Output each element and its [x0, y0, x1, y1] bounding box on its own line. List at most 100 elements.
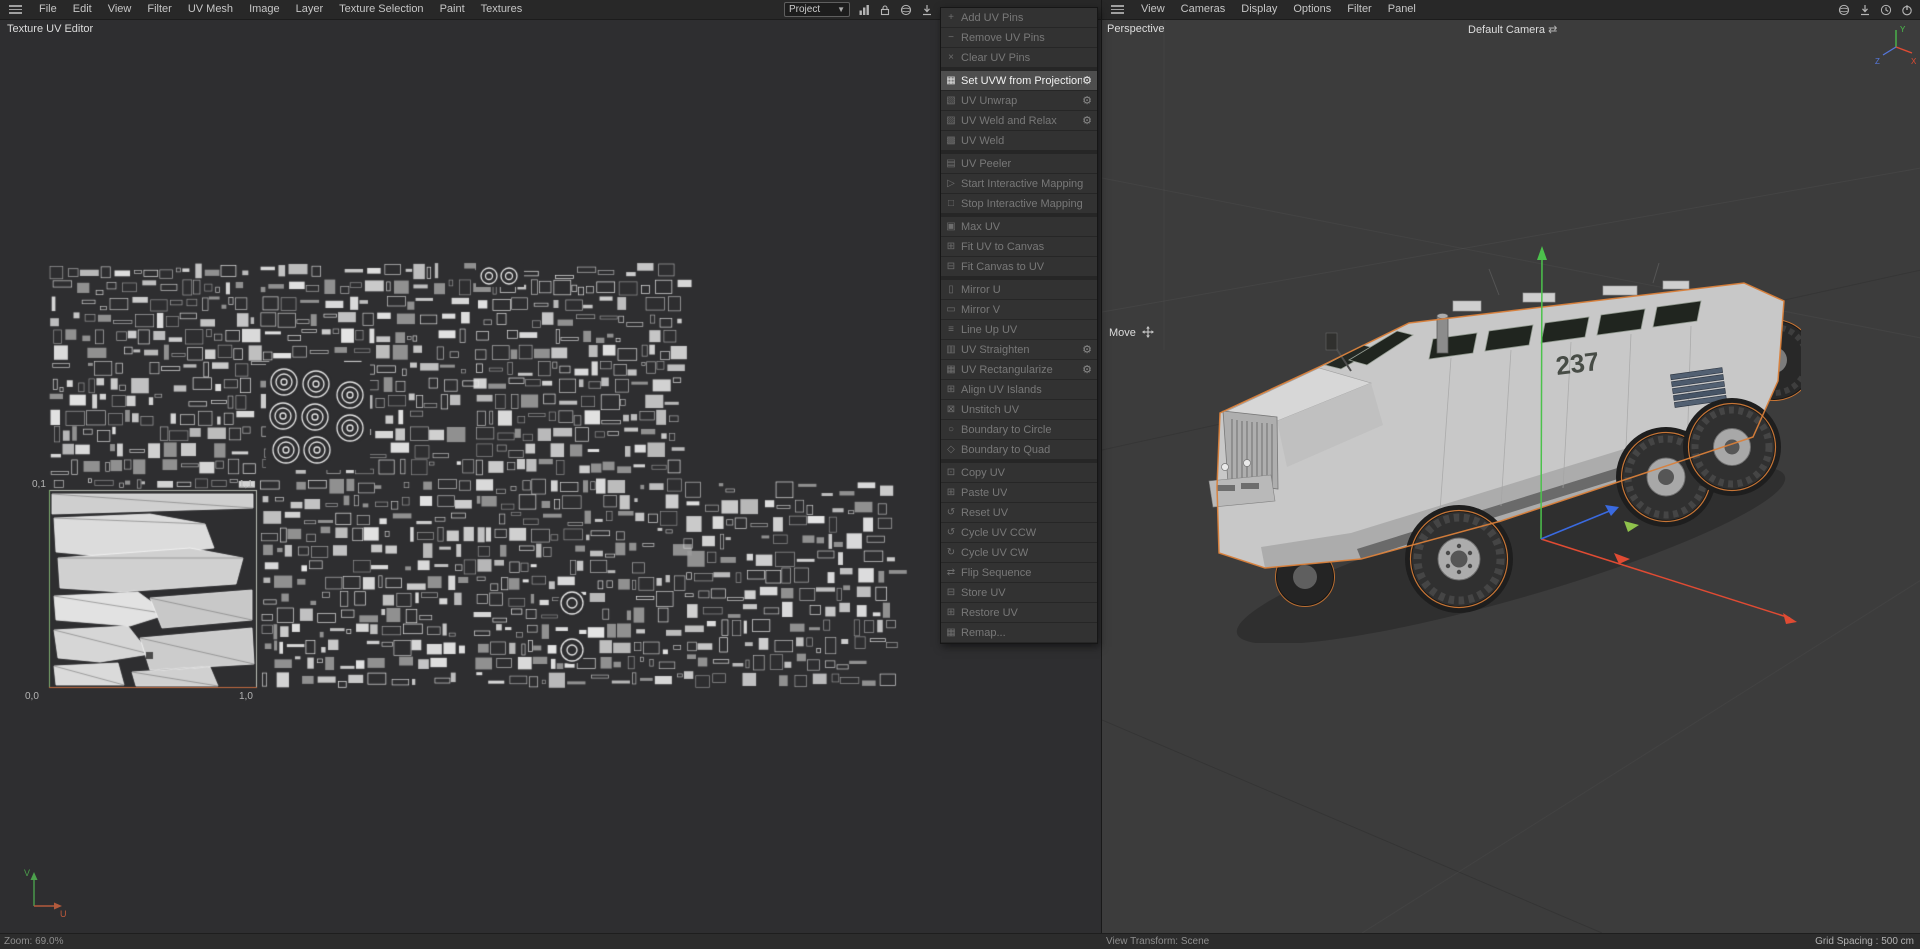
menu-item-uv-rectangularize[interactable]: ▦ UV Rectangularize ⚙ [941, 360, 1097, 380]
menu-item-start-interactive-mapping[interactable]: ▷ Start Interactive Mapping [941, 174, 1097, 194]
copy-icon: ⊡ [946, 467, 956, 478]
viewport-menu-options[interactable]: Options [1285, 0, 1339, 19]
menu-texture-selection[interactable]: Texture Selection [331, 0, 431, 19]
max-uv-icon: ▣ [946, 221, 956, 232]
menu-item-remap[interactable]: ▦ Remap... [941, 623, 1097, 643]
uv-canvas[interactable] [0, 20, 1101, 933]
unstitch-icon: ⊠ [946, 404, 956, 415]
sphere-icon[interactable] [1835, 2, 1852, 18]
menu-item-clear-uv-pins[interactable]: × Clear UV Pins [941, 48, 1097, 68]
menu-item-label: Unstitch UV [961, 403, 1020, 416]
menu-item-store-uv[interactable]: ⊟ Store UV [941, 583, 1097, 603]
menu-item-uv-unwrap[interactable]: ▧ UV Unwrap ⚙ [941, 91, 1097, 111]
gear-icon[interactable]: ⚙ [1082, 114, 1097, 127]
menu-item-add-uv-pins[interactable]: + Add UV Pins [941, 8, 1097, 28]
menu-item-cycle-uv-cw[interactable]: ↻ Cycle UV CW [941, 543, 1097, 563]
menu-item-uv-weld[interactable]: ▩ UV Weld [941, 131, 1097, 151]
menu-item-uv-weld-and-relax[interactable]: ▨ UV Weld and Relax ⚙ [941, 111, 1097, 131]
menu-item-paste-uv[interactable]: ⊞ Paste UV [941, 483, 1097, 503]
gear-icon[interactable]: ⚙ [1082, 74, 1097, 87]
gear-icon[interactable]: ⚙ [1082, 94, 1097, 107]
menu-item-set-uvw-from-projection[interactable]: ▦ Set UVW from Projection ⚙ [941, 71, 1097, 91]
menu-item-stop-interactive-mapping[interactable]: □ Stop Interactive Mapping [941, 194, 1097, 214]
menu-item-boundary-to-quad[interactable]: ◇ Boundary to Quad [941, 440, 1097, 460]
viewport-menu-display[interactable]: Display [1233, 0, 1285, 19]
panel-title: Texture UV Editor [7, 23, 94, 35]
menu-item-label: Mirror V [961, 303, 1001, 316]
world-axis-indicator: Y X Z [1875, 25, 1917, 66]
menu-item-boundary-to-circle[interactable]: ○ Boundary to Circle [941, 420, 1097, 440]
menu-item-unstitch-uv[interactable]: ⊠ Unstitch UV [941, 400, 1097, 420]
menu-image[interactable]: Image [241, 0, 288, 19]
menu-uv-mesh[interactable]: UV Mesh [180, 0, 241, 19]
viewport-menu-view[interactable]: View [1133, 0, 1173, 19]
menu-item-copy-uv[interactable]: ⊡ Copy UV [941, 463, 1097, 483]
menu-item-line-up-uv[interactable]: ≡ Line Up UV [941, 320, 1097, 340]
mirror-u-icon: ▯ [948, 284, 954, 295]
camera-swap-icon[interactable]: ⇄ [1548, 24, 1557, 36]
menu-item-label: Remap... [961, 626, 1006, 639]
menu-item-restore-uv[interactable]: ⊞ Restore UV [941, 603, 1097, 623]
menu-filter[interactable]: Filter [139, 0, 179, 19]
viewport-icon-buttons [1835, 2, 1915, 18]
lock-icon[interactable] [876, 2, 893, 18]
view-mode-label[interactable]: Perspective [1107, 23, 1164, 35]
menu-file[interactable]: File [31, 0, 65, 19]
grid-spacing-status: Grid Spacing : 500 cm [1815, 936, 1914, 947]
uv-axis-indicator: V U [24, 868, 67, 918]
line-up-icon: ≡ [948, 324, 954, 335]
menu-item-label: Set UVW from Projection [961, 74, 1083, 87]
project-dropdown[interactable]: Project ▼ [784, 2, 850, 17]
histogram-icon[interactable] [855, 2, 872, 18]
y-axis-label: Y [1900, 25, 1906, 34]
menu-item-fit-uv-to-canvas[interactable]: ⊞ Fit UV to Canvas [941, 237, 1097, 257]
power-icon[interactable] [1898, 2, 1915, 18]
menu-item-align-uv-islands[interactable]: ⊞ Align UV Islands [941, 380, 1097, 400]
menu-item-mirror-v[interactable]: ▭ Mirror V [941, 300, 1097, 320]
tool-label: Move [1109, 326, 1154, 339]
menu-item-flip-sequence[interactable]: ⇄ Flip Sequence [941, 563, 1097, 583]
weld-icon: ▩ [946, 135, 956, 146]
gear-icon[interactable]: ⚙ [1082, 343, 1097, 356]
hamburger-icon[interactable] [9, 5, 22, 14]
paste-icon: ⊞ [946, 487, 956, 498]
move-gizmo[interactable] [1102, 20, 1920, 933]
fit-canvas-uv-icon: ⊟ [946, 261, 956, 272]
menu-item-label: Mirror U [961, 283, 1001, 296]
view-transform-status: View Transform: Scene [1106, 936, 1210, 947]
menu-item-label: Line Up UV [961, 323, 1018, 336]
menu-item-mirror-u[interactable]: ▯ Mirror U [941, 280, 1097, 300]
menu-item-remove-uv-pins[interactable]: − Remove UV Pins [941, 28, 1097, 48]
menu-item-uv-peeler[interactable]: ▤ UV Peeler [941, 154, 1097, 174]
chevron-down-icon: ▼ [837, 5, 845, 14]
menu-item-uv-straighten[interactable]: ▥ UV Straighten ⚙ [941, 340, 1097, 360]
menu-item-max-uv[interactable]: ▣ Max UV [941, 217, 1097, 237]
viewport-menu-filter[interactable]: Filter [1339, 0, 1379, 19]
menu-item-fit-canvas-to-uv[interactable]: ⊟ Fit Canvas to UV [941, 257, 1097, 277]
viewport-menu-cameras[interactable]: Cameras [1173, 0, 1234, 19]
camera-label[interactable]: Default Camera ⇄ [1468, 23, 1557, 36]
menu-item-label: Start Interactive Mapping [961, 177, 1084, 190]
menu-edit[interactable]: Edit [65, 0, 100, 19]
menu-item-cycle-uv-ccw[interactable]: ↺ Cycle UV CCW [941, 523, 1097, 543]
3d-viewport[interactable]: Perspective Default Camera ⇄ Move 237 Y … [1101, 20, 1920, 933]
hamburger-icon[interactable] [1111, 5, 1124, 14]
menu-textures[interactable]: Textures [473, 0, 531, 19]
menu-paint[interactable]: Paint [432, 0, 473, 19]
menu-item-label: UV Unwrap [961, 94, 1018, 107]
menu-item-reset-uv[interactable]: ↺ Reset UV [941, 503, 1097, 523]
menu-item-label: Align UV Islands [961, 383, 1042, 396]
viewport-menu-panel[interactable]: Panel [1380, 0, 1424, 19]
menu-view[interactable]: View [100, 0, 140, 19]
download-arrow-icon[interactable] [1856, 2, 1873, 18]
history-icon[interactable] [1877, 2, 1894, 18]
add-pin-icon: + [948, 12, 954, 23]
status-bar: Zoom: 69.0% View Transform: Scene Grid S… [0, 933, 1920, 949]
gear-icon[interactable]: ⚙ [1082, 363, 1097, 376]
uv-editor-menus: File Edit View Filter UV Mesh Image Layer Textu… [31, 0, 530, 19]
menu-layer[interactable]: Layer [288, 0, 332, 19]
sphere-icon[interactable] [897, 2, 914, 18]
menu-item-label: Fit UV to Canvas [961, 240, 1045, 253]
download-arrow-icon[interactable] [918, 2, 935, 18]
texture-uv-editor-panel[interactable]: Texture UV Editor 0,1 1,1 0,0 1,0 V U [0, 20, 1101, 933]
